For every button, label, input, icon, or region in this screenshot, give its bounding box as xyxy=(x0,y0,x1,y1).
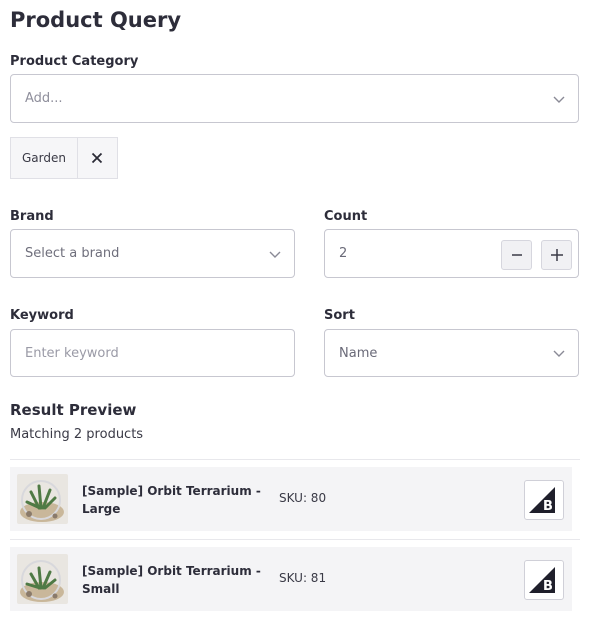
chevron-down-icon xyxy=(269,251,281,258)
category-chip-label: Garden xyxy=(11,138,78,178)
product-sku: SKU: 80 xyxy=(279,491,327,505)
list-item[interactable]: [Sample] Orbit Terrarium - Large SKU: 80… xyxy=(10,467,572,531)
brand-select[interactable]: Select a brand xyxy=(10,229,295,278)
result-count: Matching 2 products xyxy=(10,427,144,442)
list-item[interactable]: [Sample] Orbit Terrarium - Small SKU: 81… xyxy=(10,547,572,611)
sort-label: Sort xyxy=(324,308,355,323)
brand-label: Brand xyxy=(10,209,54,224)
svg-text:B: B xyxy=(543,499,553,514)
minus-icon xyxy=(511,254,522,256)
close-icon xyxy=(92,152,103,164)
product-thumbnail xyxy=(17,554,68,604)
divider xyxy=(10,539,580,540)
decrement-button[interactable] xyxy=(501,240,532,270)
increment-button[interactable] xyxy=(541,240,572,270)
product-name: [Sample] Orbit Terrarium - Small xyxy=(82,564,261,596)
keyword-input[interactable]: Enter keyword xyxy=(10,329,295,377)
bigcommerce-logo-icon: B xyxy=(524,480,564,520)
result-preview-title: Result Preview xyxy=(10,401,137,419)
product-name: [Sample] Orbit Terrarium - Large xyxy=(82,484,261,516)
category-placeholder: Add... xyxy=(25,91,63,106)
product-sku: SKU: 81 xyxy=(279,571,327,585)
count-stepper[interactable]: 2 xyxy=(324,229,579,278)
category-label: Product Category xyxy=(10,54,139,69)
plus-icon xyxy=(550,249,563,261)
page-title: Product Query xyxy=(10,8,182,32)
category-chip: Garden xyxy=(10,137,118,179)
count-label: Count xyxy=(324,209,368,224)
sort-value: Name xyxy=(339,345,378,361)
bigcommerce-logo-icon: B xyxy=(524,560,564,600)
chevron-down-icon xyxy=(553,350,565,357)
keyword-label: Keyword xyxy=(10,308,74,323)
divider xyxy=(10,459,580,460)
count-value: 2 xyxy=(339,246,348,261)
keyword-placeholder: Enter keyword xyxy=(25,345,119,361)
remove-chip-button[interactable] xyxy=(78,138,117,178)
product-thumbnail xyxy=(17,474,68,524)
brand-placeholder: Select a brand xyxy=(25,246,120,261)
sort-select[interactable]: Name xyxy=(324,329,579,377)
svg-text:B: B xyxy=(543,579,553,594)
category-select[interactable]: Add... xyxy=(10,74,579,123)
chevron-down-icon xyxy=(553,96,565,103)
